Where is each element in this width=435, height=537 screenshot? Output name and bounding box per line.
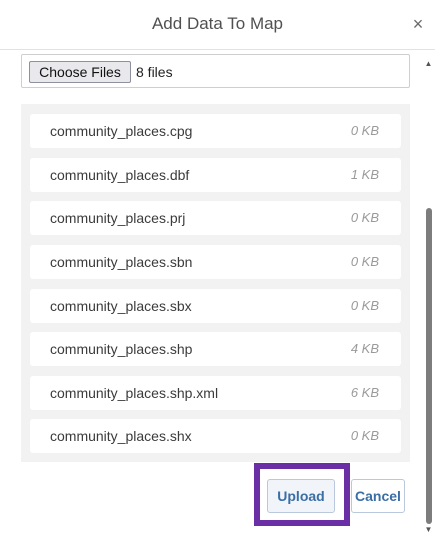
dialog-header: Add Data To Map × bbox=[0, 0, 435, 50]
scrollbar[interactable]: ▲ ▼ bbox=[424, 54, 433, 536]
file-name: community_places.prj bbox=[50, 210, 186, 226]
file-list-item: community_places.cpg 0 KB bbox=[30, 114, 401, 148]
file-size: 0 KB bbox=[350, 428, 379, 443]
file-list-item: community_places.sbx 0 KB bbox=[30, 289, 401, 323]
file-list-item: community_places.dbf 1 KB bbox=[30, 158, 401, 192]
scrollbar-thumb[interactable] bbox=[426, 208, 432, 524]
file-size: 0 KB bbox=[350, 254, 379, 269]
file-name: community_places.shp.xml bbox=[50, 385, 219, 401]
file-list-item: community_places.shp.xml 6 KB bbox=[30, 376, 401, 410]
file-size: 0 KB bbox=[350, 210, 379, 225]
file-list-item: community_places.sbn 0 KB bbox=[30, 245, 401, 279]
file-picker: Choose Files 8 files bbox=[21, 54, 410, 88]
file-size: 6 KB bbox=[350, 385, 379, 400]
file-list-item: community_places.shp 4 KB bbox=[30, 332, 401, 366]
files-count: 8 files bbox=[136, 64, 173, 80]
file-name: community_places.dbf bbox=[50, 167, 190, 183]
scroll-up-arrow-icon[interactable]: ▲ bbox=[424, 59, 433, 69]
file-size: 1 KB bbox=[350, 167, 379, 182]
dialog-body: Choose Files 8 files community_places.cp… bbox=[0, 51, 435, 537]
choose-files-button[interactable]: Choose Files bbox=[29, 61, 131, 83]
file-size: 4 KB bbox=[350, 341, 379, 356]
close-icon[interactable]: × bbox=[407, 13, 429, 35]
cancel-button[interactable]: Cancel bbox=[351, 479, 405, 513]
file-list: community_places.cpg 0 KB community_plac… bbox=[21, 104, 410, 462]
upload-button[interactable]: Upload bbox=[267, 479, 335, 513]
file-name: community_places.sbn bbox=[50, 254, 193, 270]
file-size: 0 KB bbox=[350, 123, 379, 138]
dialog-title: Add Data To Map bbox=[151, 14, 284, 33]
file-name: community_places.shp bbox=[50, 341, 193, 357]
file-list-item: community_places.prj 0 KB bbox=[30, 201, 401, 235]
file-list-item: community_places.shx 0 KB bbox=[30, 419, 401, 453]
file-name: community_places.sbx bbox=[50, 298, 192, 314]
scroll-down-arrow-icon[interactable]: ▼ bbox=[424, 525, 433, 535]
file-name: community_places.shx bbox=[50, 428, 192, 444]
file-name: community_places.cpg bbox=[50, 123, 193, 139]
file-size: 0 KB bbox=[350, 298, 379, 313]
